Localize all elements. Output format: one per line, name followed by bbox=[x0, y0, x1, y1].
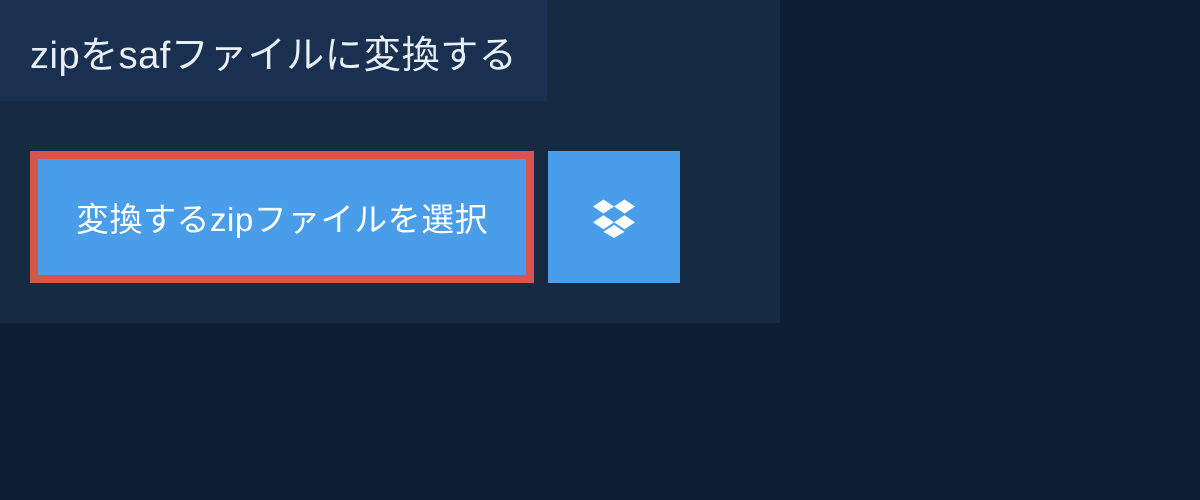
select-file-button[interactable]: 変換するzipファイルを選択 bbox=[30, 151, 534, 283]
page-heading: zipをsafファイルに変換する bbox=[0, 0, 547, 101]
button-row: 変換するzipファイルを選択 bbox=[0, 101, 780, 283]
converter-panel: zipをsafファイルに変換する 変換するzipファイルを選択 bbox=[0, 0, 780, 323]
dropbox-icon bbox=[593, 196, 635, 238]
dropbox-button[interactable] bbox=[548, 151, 680, 283]
